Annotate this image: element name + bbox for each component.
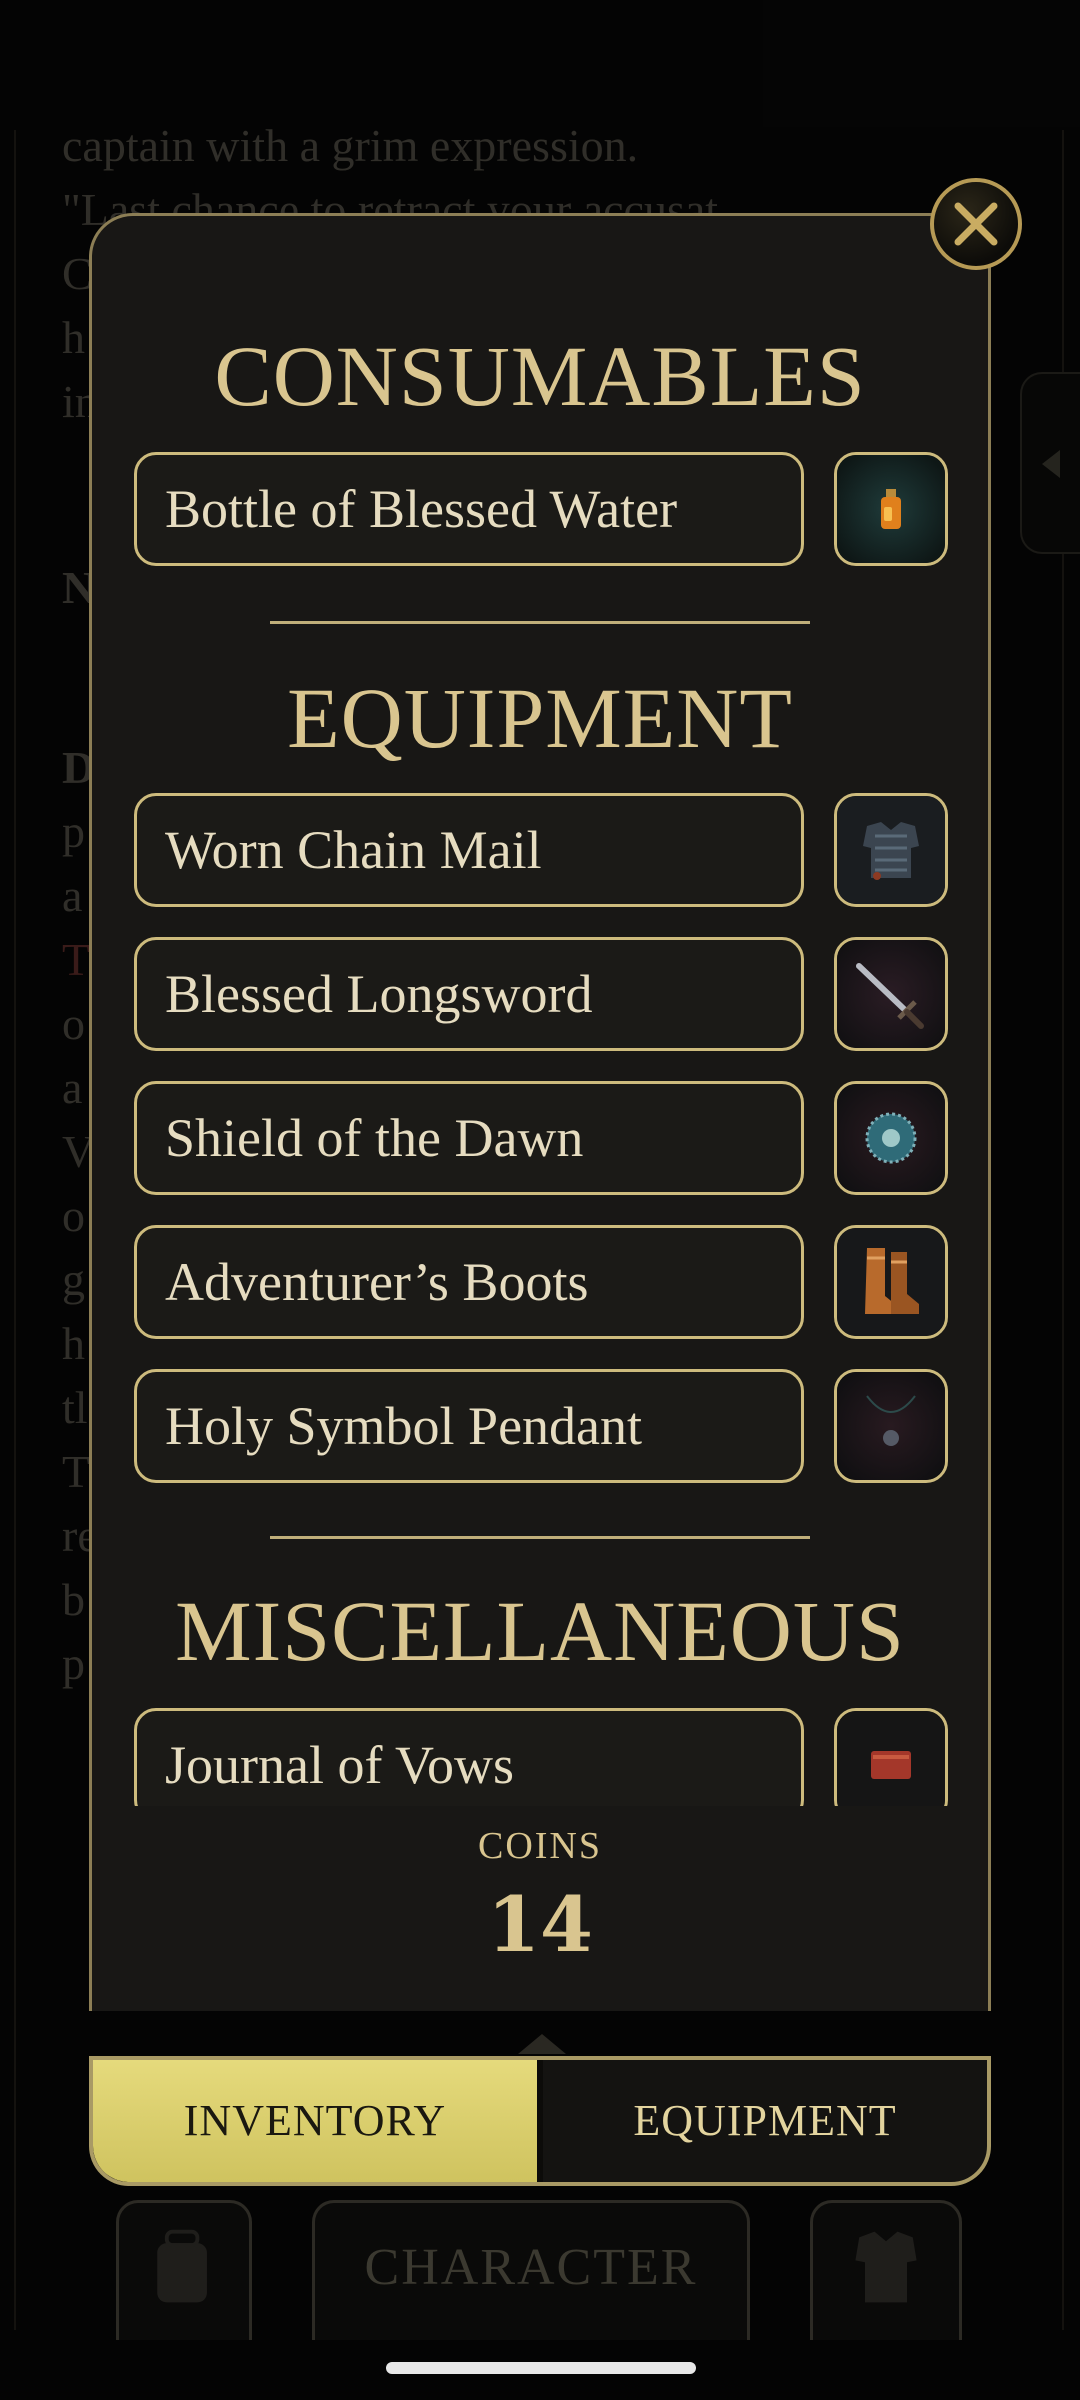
item-button-blessed-longsword[interactable]: Blessed Longsword bbox=[134, 937, 804, 1051]
nav-backpack-button[interactable] bbox=[116, 2200, 252, 2340]
item-button-worn-chain-mail[interactable]: Worn Chain Mail bbox=[134, 793, 804, 907]
item-button-adventurers-boots[interactable]: Adventurer’s Boots bbox=[134, 1225, 804, 1339]
section-title-miscellaneous: MISCELLANEOUS bbox=[175, 1583, 905, 1679]
tab-pointer bbox=[518, 2034, 566, 2054]
potion-bottle-icon[interactable] bbox=[834, 452, 948, 566]
list-item: Shield of the Dawn bbox=[134, 1081, 954, 1195]
nav-character-label: CHARACTER bbox=[364, 2239, 698, 2296]
list-item: Journal of Vows bbox=[134, 1708, 954, 1822]
inventory-tab-bar: INVENTORY EQUIPMENT bbox=[89, 2056, 991, 2186]
section-divider bbox=[270, 621, 810, 624]
inventory-panel: CONSUMABLES Bottle of Blessed Water EQUI… bbox=[89, 213, 991, 2011]
chain-mail-icon[interactable] bbox=[834, 793, 948, 907]
backpack-icon bbox=[157, 2229, 207, 2303]
armor-icon bbox=[855, 2231, 917, 2303]
nav-character-button[interactable]: CHARACTER bbox=[312, 2200, 750, 2340]
close-button[interactable] bbox=[930, 178, 1022, 270]
nav-armor-button[interactable] bbox=[810, 2200, 962, 2340]
list-item: Bottle of Blessed Water bbox=[134, 452, 954, 566]
list-item: Holy Symbol Pendant bbox=[134, 1369, 954, 1483]
longsword-icon[interactable] bbox=[834, 937, 948, 1051]
tab-inventory[interactable]: INVENTORY bbox=[93, 2060, 537, 2182]
item-button-journal-of-vows[interactable]: Journal of Vows bbox=[134, 1708, 804, 1822]
round-shield-icon[interactable] bbox=[834, 1081, 948, 1195]
section-title-consumables: CONSUMABLES bbox=[214, 328, 866, 424]
tab-equipment[interactable]: EQUIPMENT bbox=[543, 2060, 987, 2182]
list-item: Adventurer’s Boots bbox=[134, 1225, 954, 1339]
list-item: Blessed Longsword bbox=[134, 937, 954, 1051]
boots-icon[interactable] bbox=[834, 1225, 948, 1339]
coins-value: 14 bbox=[487, 1880, 593, 1969]
list-item: Worn Chain Mail bbox=[134, 793, 954, 907]
section-title-equipment: EQUIPMENT bbox=[287, 670, 793, 766]
section-divider bbox=[270, 1536, 810, 1539]
item-button-bottle-of-blessed-water[interactable]: Bottle of Blessed Water bbox=[134, 452, 804, 566]
coins-label: COINS bbox=[477, 1825, 603, 1867]
item-button-shield-of-the-dawn[interactable]: Shield of the Dawn bbox=[134, 1081, 804, 1195]
home-indicator[interactable] bbox=[386, 2362, 696, 2374]
journal-icon[interactable] bbox=[834, 1708, 948, 1822]
item-button-holy-symbol-pendant[interactable]: Holy Symbol Pendant bbox=[134, 1369, 804, 1483]
close-icon bbox=[954, 202, 998, 246]
pendant-icon[interactable] bbox=[834, 1369, 948, 1483]
inventory-scroll-area[interactable]: CONSUMABLES Bottle of Blessed Water EQUI… bbox=[92, 216, 988, 1856]
